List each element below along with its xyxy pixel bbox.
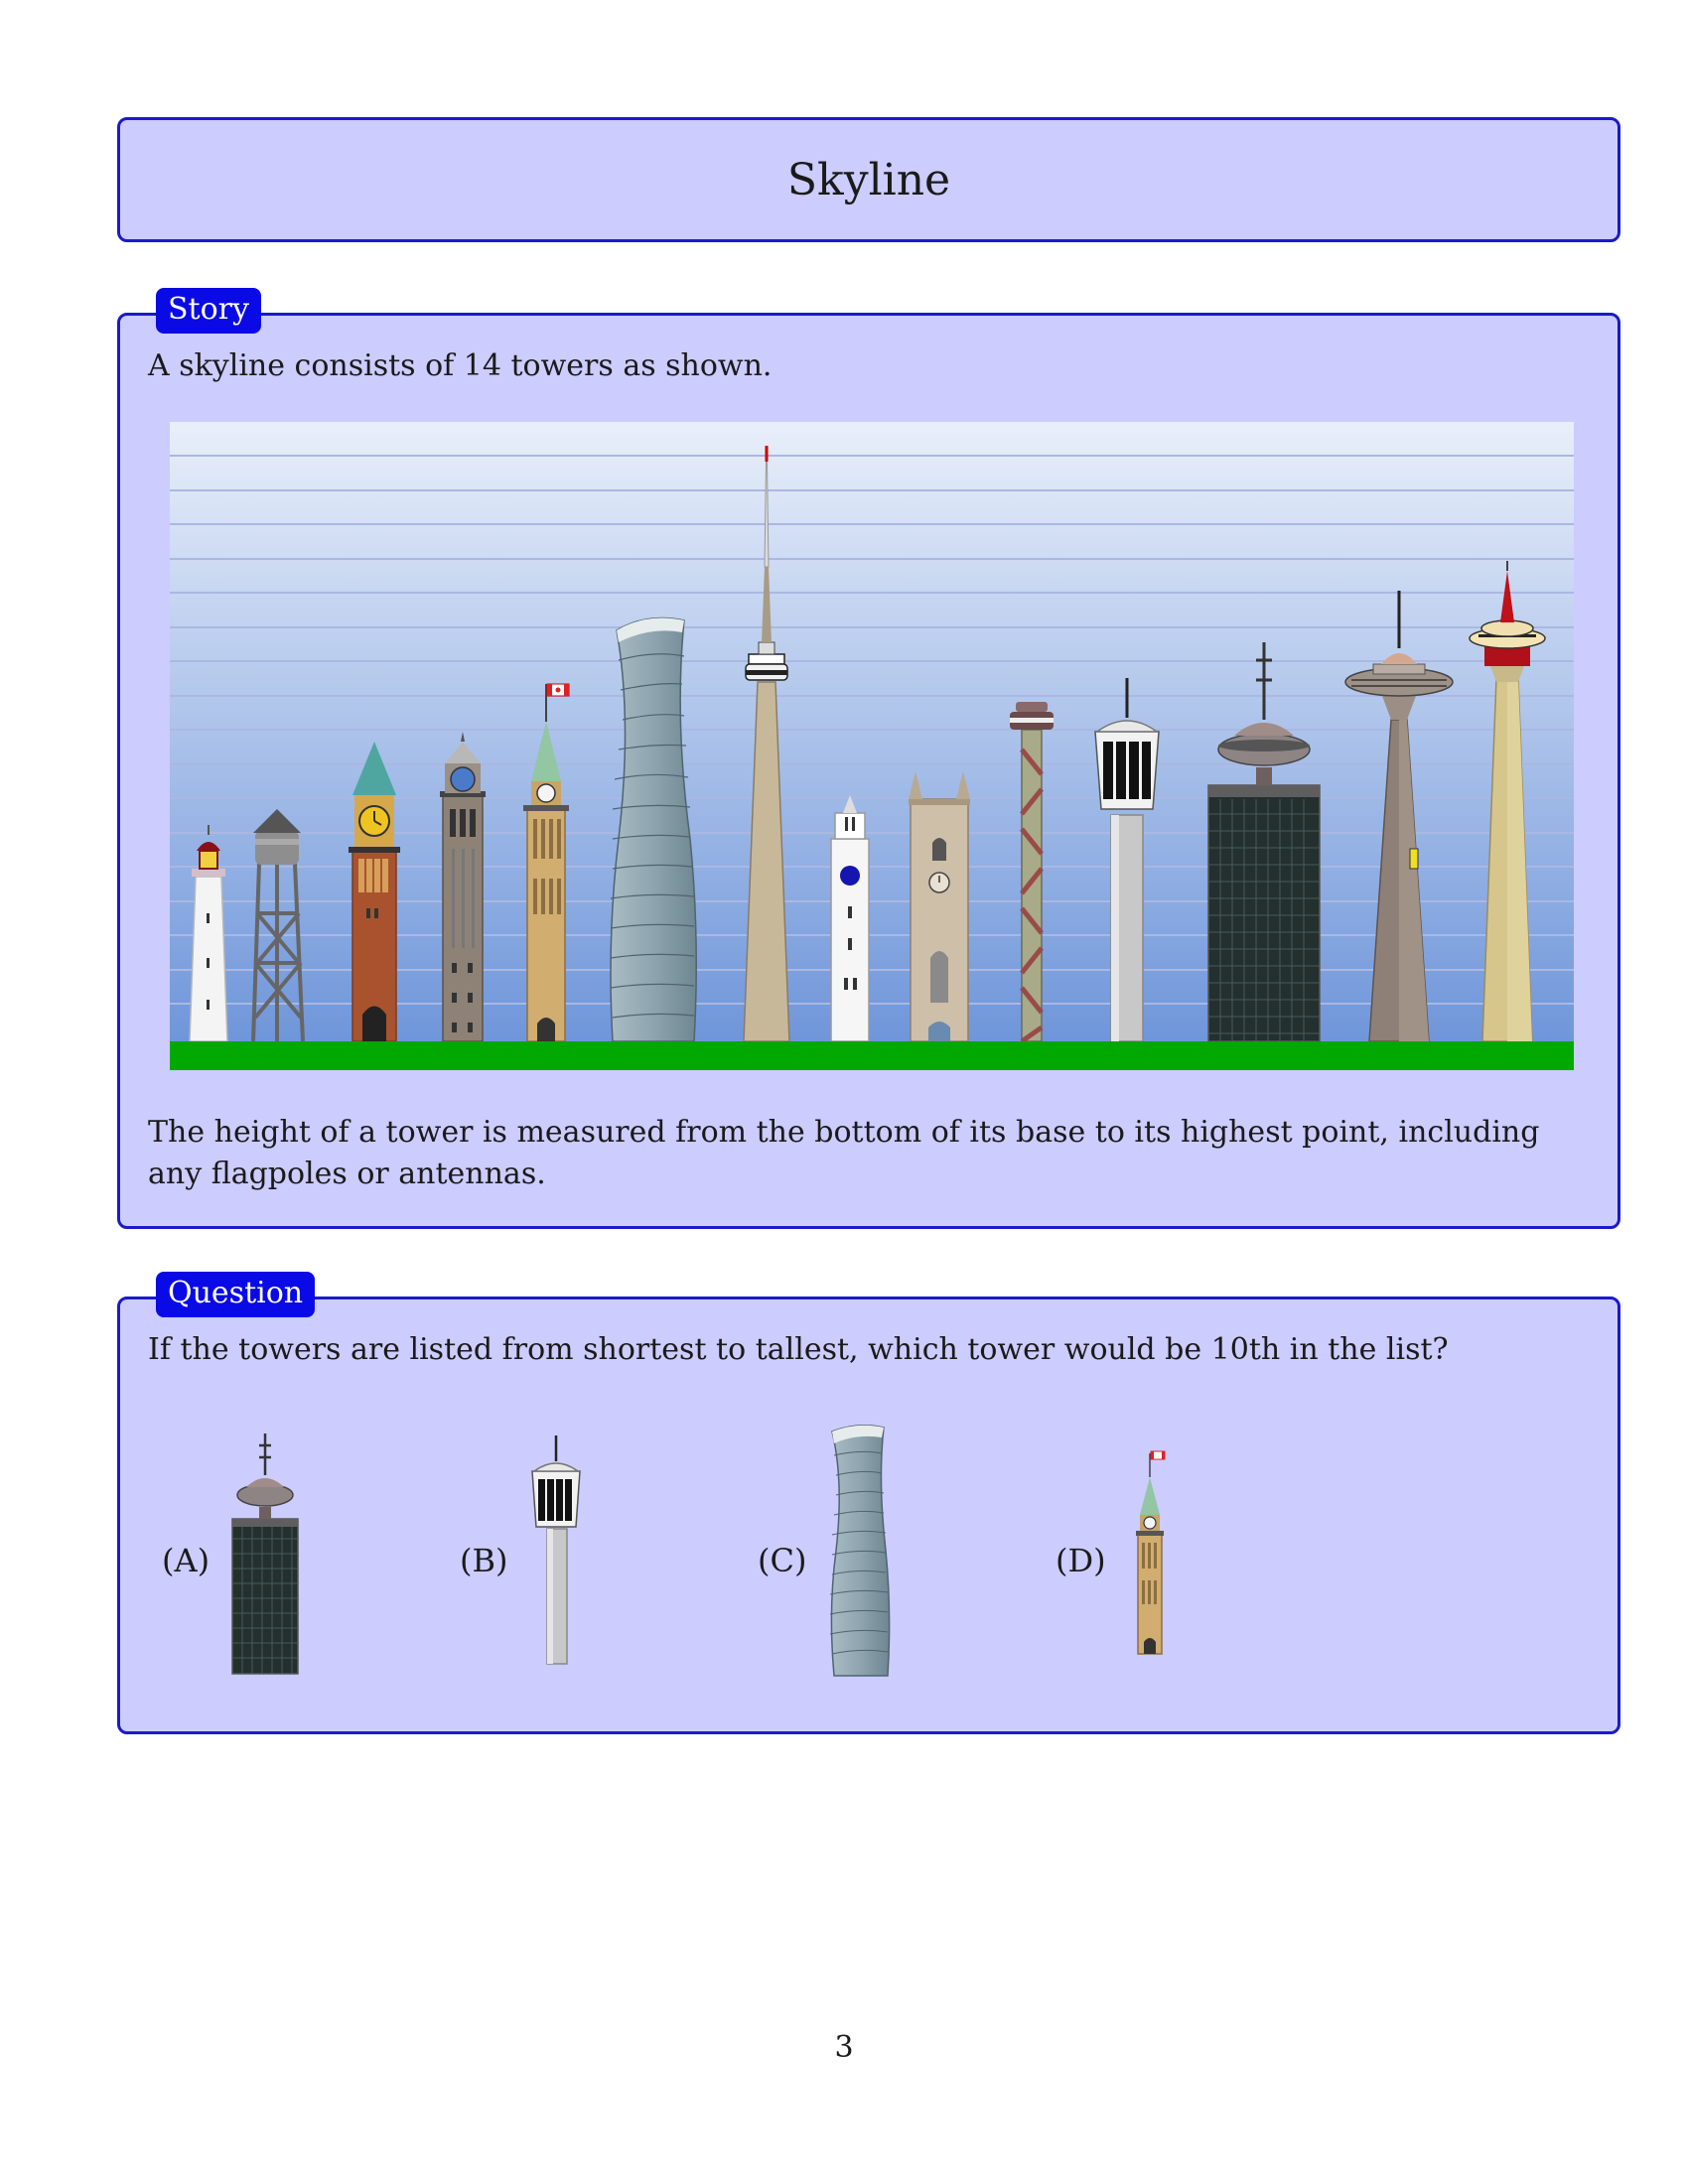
page-number: 3 [834, 2030, 854, 2065]
question-tag: Question [156, 1272, 316, 1317]
skyline-illustration [170, 422, 1574, 1070]
option-d[interactable]: (D) [1055, 1542, 1106, 1579]
ground [170, 1041, 1574, 1070]
title-box: Skyline [117, 117, 1620, 242]
white-observation-tower-icon[interactable] [526, 1430, 586, 1668]
question-text: If the towers are listed from shortest t… [148, 1332, 1449, 1367]
twisted-glass-tower-icon[interactable] [824, 1422, 894, 1680]
parliament-clock-tower-icon[interactable] [1130, 1439, 1170, 1658]
tower-white-clock-tower [830, 795, 870, 1042]
page-title: Skyline [786, 154, 951, 205]
tower-stone-clock-tower [440, 732, 486, 1042]
tower-green-roof-clock-tower [349, 742, 400, 1042]
story-note: The height of a tower is measured from t… [148, 1115, 1540, 1191]
option-a[interactable]: (A) [162, 1542, 210, 1579]
story-intro: A skyline consists of 14 towers as shown… [148, 348, 773, 383]
tower-gothic-cathedral-tower [909, 771, 970, 1042]
option-c[interactable]: (C) [758, 1542, 806, 1579]
option-b[interactable]: (B) [460, 1542, 507, 1579]
story-tag: Story [156, 288, 261, 334]
dark-office-tower-with-saucer-icon[interactable] [226, 1430, 306, 1678]
story-panel: Story A skyline consists of 14 towers as… [117, 288, 1620, 1229]
